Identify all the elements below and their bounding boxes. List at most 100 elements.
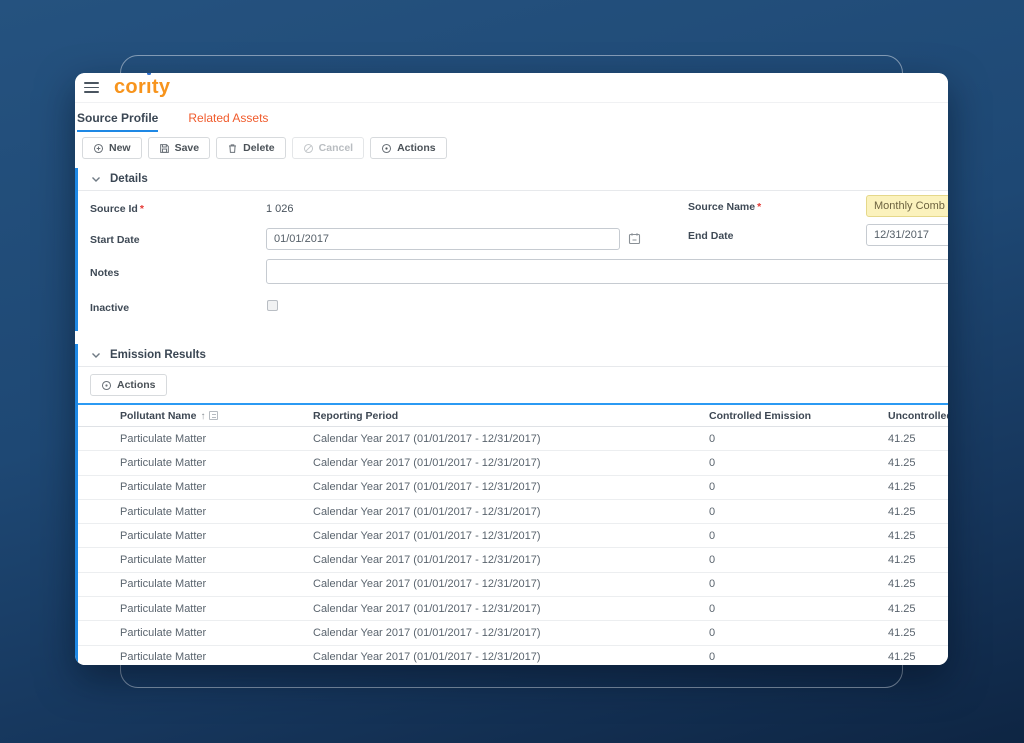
table-row[interactable]: Particulate MatterCalendar Year 2017 (01… — [78, 621, 948, 645]
required-asterisk: * — [757, 201, 761, 213]
column-header-uncontrolled-emission[interactable]: Uncontrolled Emission — [888, 410, 948, 422]
table-cell: Particulate Matter — [120, 457, 313, 469]
table-cell: Calendar Year 2017 (01/01/2017 - 12/31/2… — [313, 457, 709, 469]
cority-logo: corıty — [114, 77, 170, 97]
emission-actions-button[interactable]: Actions — [90, 374, 167, 396]
column-header-reporting-period[interactable]: Reporting Period — [313, 410, 709, 422]
details-section-header[interactable]: Details — [78, 168, 948, 191]
inactive-label: Inactive — [90, 302, 129, 314]
button-label: Cancel — [319, 142, 353, 154]
table-cell: Particulate Matter — [120, 530, 313, 542]
emission-results-section-header[interactable]: Emission Results — [78, 344, 948, 367]
delete-button[interactable]: Delete — [216, 137, 286, 159]
actions-icon — [101, 380, 112, 391]
inactive-checkbox[interactable] — [267, 300, 278, 311]
details-section: Details Source Id* 1 026 Source Name* St… — [75, 168, 948, 331]
app-window: corıty Source Profile Related Assets New… — [75, 73, 948, 665]
end-date-input[interactable] — [866, 224, 948, 246]
source-name-input[interactable] — [866, 195, 948, 217]
section-title: Details — [110, 173, 148, 185]
source-id-value: 1 026 — [266, 203, 294, 215]
table-cell: 41.25 — [888, 603, 948, 615]
table-row[interactable]: Particulate MatterCalendar Year 2017 (01… — [78, 524, 948, 548]
table-cell: 0 — [709, 530, 888, 542]
table-cell: 41.25 — [888, 530, 948, 542]
column-menu-icon[interactable] — [209, 411, 218, 420]
table-row[interactable]: Particulate MatterCalendar Year 2017 (01… — [78, 548, 948, 572]
button-label: Delete — [243, 142, 275, 154]
table-cell: 41.25 — [888, 506, 948, 518]
logo-text-part: cor — [114, 76, 146, 98]
button-label: New — [109, 142, 131, 154]
cancel-icon — [303, 143, 314, 154]
table-cell: 41.25 — [888, 578, 948, 590]
table-cell: Particulate Matter — [120, 506, 313, 518]
tab-bar: Source Profile Related Assets — [75, 103, 948, 132]
table-cell: 0 — [709, 481, 888, 493]
source-id-label: Source Id* — [90, 203, 144, 215]
save-icon — [159, 143, 170, 154]
table-cell: Calendar Year 2017 (01/01/2017 - 12/31/2… — [313, 627, 709, 639]
table-cell: 0 — [709, 506, 888, 518]
emission-results-section: Emission Results Actions Pollutant Name↑… — [75, 344, 948, 665]
new-button[interactable]: New — [82, 137, 142, 159]
emission-table-body: Particulate MatterCalendar Year 2017 (01… — [78, 427, 948, 665]
actions-button[interactable]: Actions — [370, 137, 447, 159]
table-cell: Calendar Year 2017 (01/01/2017 - 12/31/2… — [313, 433, 709, 445]
table-cell: Particulate Matter — [120, 481, 313, 493]
button-label: Save — [175, 142, 200, 154]
top-bar: corıty — [75, 73, 948, 103]
table-cell: 0 — [709, 578, 888, 590]
notes-label: Notes — [90, 267, 119, 279]
table-cell: 0 — [709, 651, 888, 663]
actions-icon — [381, 143, 392, 154]
source-name-label: Source Name* — [688, 201, 761, 213]
start-date-label: Start Date — [90, 234, 140, 246]
table-cell: Calendar Year 2017 (01/01/2017 - 12/31/2… — [313, 554, 709, 566]
table-cell: Particulate Matter — [120, 578, 313, 590]
tab-related-assets[interactable]: Related Assets — [188, 111, 268, 125]
cancel-button[interactable]: Cancel — [292, 137, 364, 159]
toolbar: New Save Delete Cancel Actions — [82, 137, 447, 159]
table-row[interactable]: Particulate MatterCalendar Year 2017 (01… — [78, 597, 948, 621]
delete-icon — [227, 143, 238, 154]
required-asterisk: * — [140, 203, 144, 215]
logo-dot-i: ı — [146, 76, 152, 98]
table-cell: 41.25 — [888, 481, 948, 493]
hamburger-menu-icon[interactable] — [84, 82, 99, 93]
table-cell: 0 — [709, 627, 888, 639]
table-cell: 41.25 — [888, 627, 948, 639]
new-icon — [93, 143, 104, 154]
emission-table: Pollutant Name↑ Reporting Period Control… — [78, 403, 948, 665]
column-header-controlled-emission[interactable]: Controlled Emission — [709, 410, 888, 422]
table-cell: Calendar Year 2017 (01/01/2017 - 12/31/2… — [313, 481, 709, 493]
button-label: Actions — [117, 379, 156, 391]
sort-ascending-icon[interactable]: ↑ — [200, 411, 205, 422]
table-cell: Calendar Year 2017 (01/01/2017 - 12/31/2… — [313, 603, 709, 615]
column-header-pollutant-name[interactable]: Pollutant Name↑ — [120, 410, 313, 422]
chevron-down-icon — [91, 176, 101, 183]
table-cell: Calendar Year 2017 (01/01/2017 - 12/31/2… — [313, 651, 709, 663]
table-row[interactable]: Particulate MatterCalendar Year 2017 (01… — [78, 476, 948, 500]
table-cell: 41.25 — [888, 457, 948, 469]
table-cell: 0 — [709, 554, 888, 566]
table-cell: Calendar Year 2017 (01/01/2017 - 12/31/2… — [313, 530, 709, 542]
button-label: Actions — [397, 142, 436, 154]
table-row[interactable]: Particulate MatterCalendar Year 2017 (01… — [78, 451, 948, 475]
save-button[interactable]: Save — [148, 137, 211, 159]
table-cell: 41.25 — [888, 554, 948, 566]
table-cell: Calendar Year 2017 (01/01/2017 - 12/31/2… — [313, 578, 709, 590]
table-cell: 41.25 — [888, 651, 948, 663]
end-date-label: End Date — [688, 230, 734, 242]
table-row[interactable]: Particulate MatterCalendar Year 2017 (01… — [78, 646, 948, 665]
table-row[interactable]: Particulate MatterCalendar Year 2017 (01… — [78, 500, 948, 524]
notes-input[interactable] — [266, 259, 948, 284]
table-row[interactable]: Particulate MatterCalendar Year 2017 (01… — [78, 573, 948, 597]
emission-table-header: Pollutant Name↑ Reporting Period Control… — [78, 403, 948, 427]
table-row[interactable]: Particulate MatterCalendar Year 2017 (01… — [78, 427, 948, 451]
calendar-icon[interactable] — [628, 232, 641, 245]
table-cell: Particulate Matter — [120, 627, 313, 639]
start-date-input[interactable] — [266, 228, 620, 250]
chevron-down-icon — [91, 352, 101, 359]
tab-source-profile[interactable]: Source Profile — [77, 111, 158, 125]
